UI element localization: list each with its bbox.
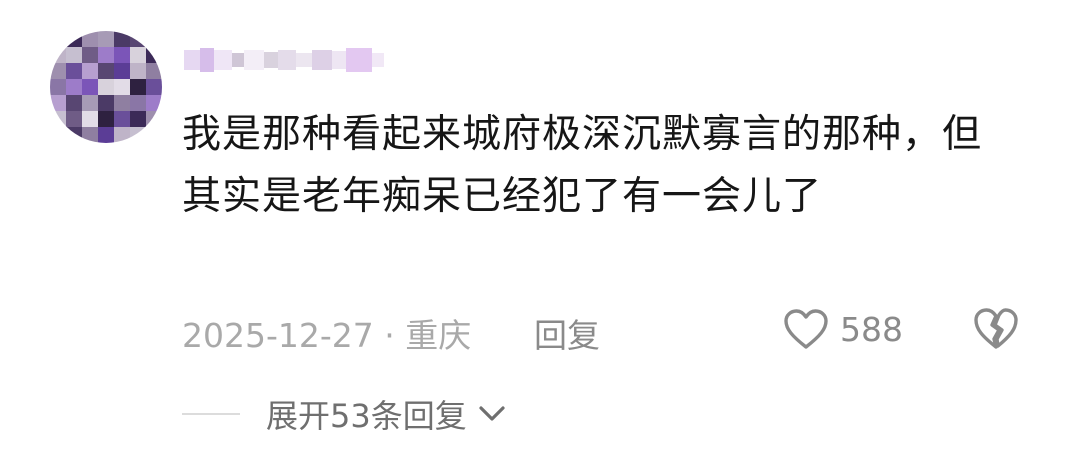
avatar-pixel [82,79,98,95]
avatar-pixel [50,111,66,127]
avatar-pixel [130,127,146,143]
avatar-pixel [82,95,98,111]
avatar-pixel [114,111,130,127]
avatar-pixel [146,95,162,111]
avatar-pixel [98,79,114,95]
avatar-pixel [66,95,82,111]
avatar-pixel [130,111,146,127]
avatar-pixel [82,47,98,63]
avatar-pixel [82,31,98,47]
comment-meta-row: 2025-12-27 · 重庆 回复 588 [182,303,1062,355]
avatar-pixel [66,47,82,63]
avatar-pixel [66,63,82,79]
comment-text: 我是那种看起来城府极深沉默寡言的那种，但其实是老年痴呆已经犯了有一会儿了 [182,112,983,219]
expand-replies-label: 展开53条回复 [266,397,467,435]
avatar-pixel [114,127,130,143]
avatar-pixel [50,79,66,95]
avatar-pixel [50,95,66,111]
avatar-pixel [98,63,114,79]
avatar-pixel [146,127,162,143]
avatar-pixel [146,63,162,79]
avatar-pixel [50,63,66,79]
username-blurred[interactable] [184,38,394,82]
avatar[interactable] [50,31,162,143]
avatar-pixel [114,31,130,47]
avatar-pixel [66,127,82,143]
avatar-pixel [146,111,162,127]
avatar-pixel [82,111,98,127]
comment-date-location: 2025-12-27 · 重庆 [182,316,472,355]
avatar-pixel [50,31,66,47]
reply-button[interactable]: 回复 [534,309,600,357]
avatar-pixel [66,31,82,47]
avatar-pixel [82,127,98,143]
expand-replies-button[interactable]: 展开53条回复 [182,388,507,440]
avatar-pixel [146,31,162,47]
chevron-down-icon [479,406,505,421]
avatar-pixel [114,79,130,95]
heart-outline-icon [784,309,828,349]
broken-heart-icon[interactable] [972,305,1020,351]
avatar-pixel [146,47,162,63]
avatar-pixel [114,63,130,79]
avatar-pixel [66,79,82,95]
avatar-pixel [82,63,98,79]
avatar-pixel [98,31,114,47]
avatar-pixel [130,47,146,63]
divider-line [182,413,240,415]
like-count: 588 [840,309,903,349]
avatar-pixel [98,127,114,143]
avatar-pixel [130,79,146,95]
avatar-pixel [130,63,146,79]
avatar-pixel [130,95,146,111]
avatar-pixel [50,47,66,63]
like-button[interactable]: 588 [782,305,903,353]
avatar-pixel [98,47,114,63]
avatar-pixel [114,47,130,63]
avatar-pixel [98,111,114,127]
avatar-pixel [146,79,162,95]
avatar-pixel [114,95,130,111]
avatar-pixel [50,127,66,143]
avatar-pixel [98,95,114,111]
avatar-pixel [66,111,82,127]
avatar-pixel [130,31,146,47]
